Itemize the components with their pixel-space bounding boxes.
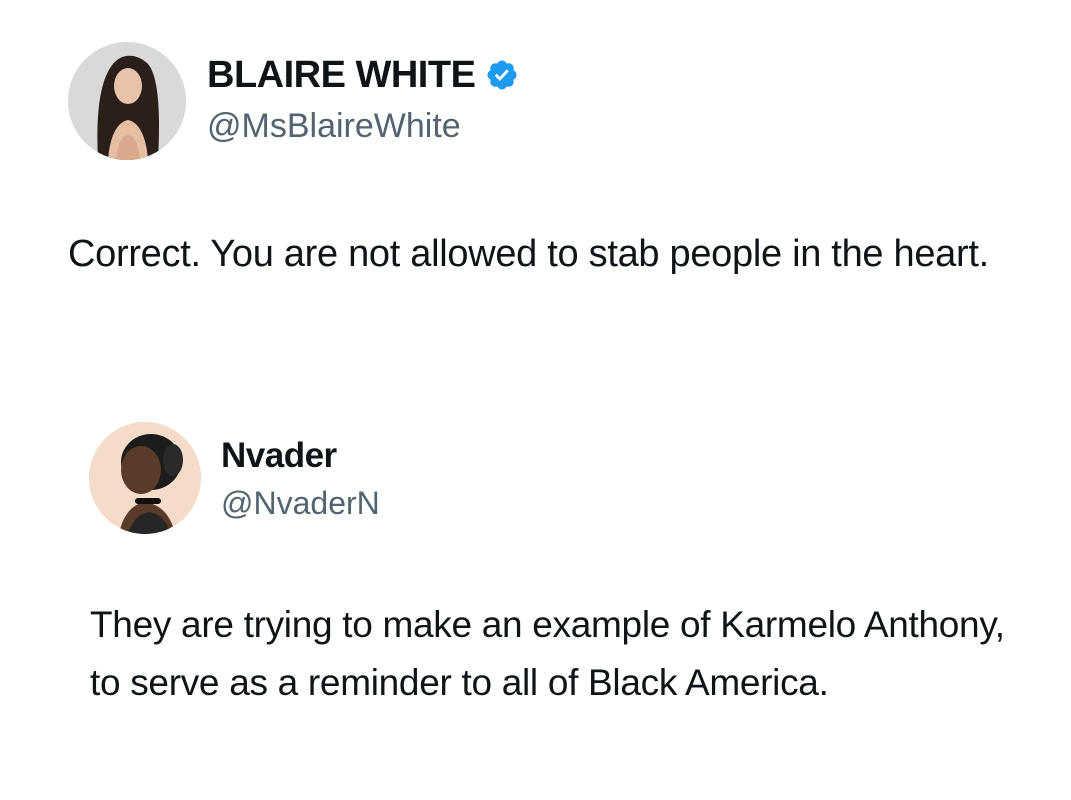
display-name[interactable]: Nvader <box>221 435 337 477</box>
avatar[interactable] <box>68 42 186 160</box>
tweet-blaire-white[interactable]: BLAIRE WHITE @MsBlaireWhite Correct. You… <box>0 0 1071 400</box>
avatar[interactable] <box>89 422 201 534</box>
verified-badge-icon <box>485 58 519 92</box>
handle[interactable]: @NvaderN <box>221 483 380 523</box>
profile-photo-icon <box>68 42 186 160</box>
display-name-text[interactable]: BLAIRE WHITE <box>207 53 476 97</box>
tweet-nvader[interactable]: Nvader @NvaderN They are trying to make … <box>0 400 1071 800</box>
display-name[interactable]: BLAIRE WHITE <box>207 53 519 97</box>
profile-photo-icon <box>89 422 201 534</box>
display-name-text[interactable]: Nvader <box>221 435 337 477</box>
tweet-text: They are trying to make an example of Ka… <box>90 604 1005 703</box>
handle[interactable]: @MsBlaireWhite <box>207 105 461 147</box>
tweet-text: Correct. You are not allowed to stab peo… <box>68 233 989 275</box>
